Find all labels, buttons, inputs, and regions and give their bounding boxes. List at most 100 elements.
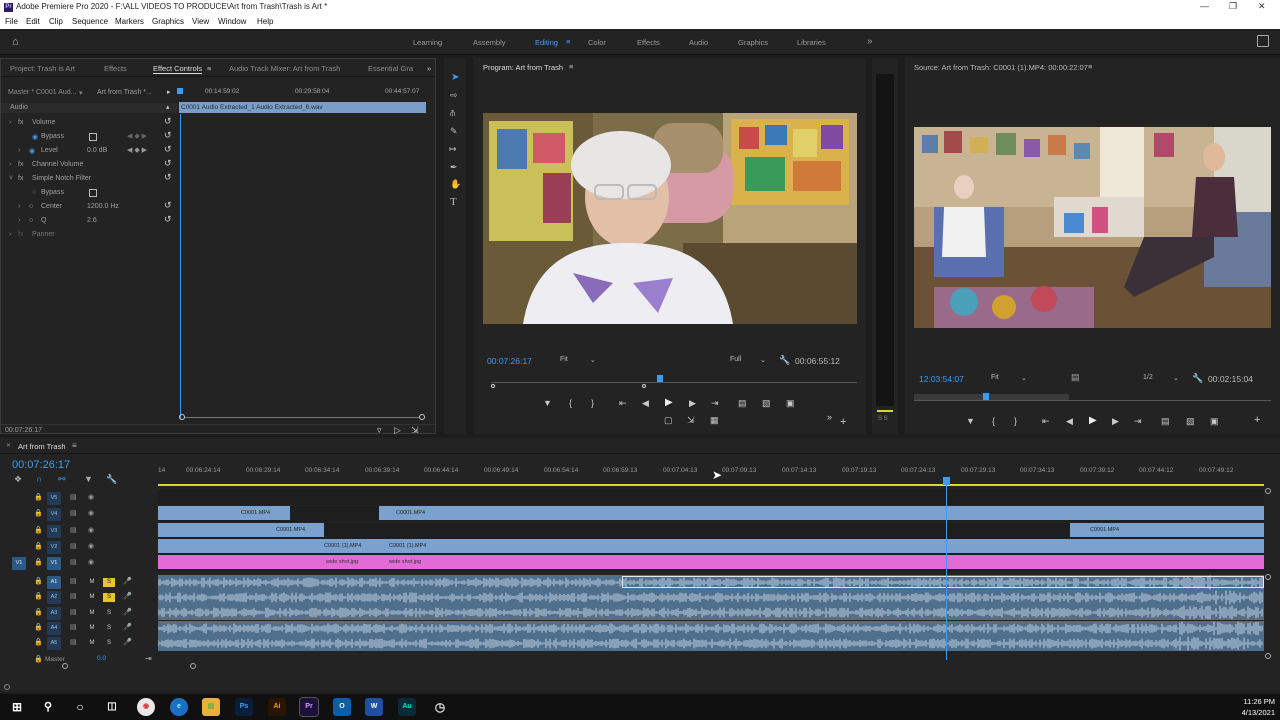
workspace-graphics[interactable]: Graphics <box>738 38 768 47</box>
track-label-a5[interactable]: A5 <box>47 637 61 650</box>
timeline-playhead[interactable] <box>943 477 950 485</box>
mic-icon[interactable]: 🎤 <box>123 638 132 646</box>
add-marker-icon[interactable]: ▼ <box>84 474 93 484</box>
program-quality-select[interactable]: Full ⌄ <box>730 356 768 367</box>
step-back-icon[interactable]: ◀ <box>1066 416 1073 427</box>
track-label-v5[interactable]: V5 <box>47 492 61 505</box>
solo-buttons[interactable]: S S <box>878 416 888 422</box>
collapse-row-icon[interactable]: ˅ <box>9 175 13 182</box>
source-video-frame[interactable] <box>914 127 1271 328</box>
timeline-ruler[interactable]: 14 00:06:24:14 00:06:29:14 00:06:34:14 0… <box>158 467 1264 479</box>
selection-tool-icon[interactable]: ➤ <box>451 72 459 83</box>
source-timecode[interactable]: 12:03:54:07 <box>919 374 964 384</box>
mute-button[interactable]: M <box>86 624 98 633</box>
panel-menu-icon[interactable]: ≡ <box>207 64 211 73</box>
q-value[interactable]: 2.6 <box>87 217 97 224</box>
solo-button[interactable]: S <box>103 639 115 648</box>
workspace-color[interactable]: Color <box>588 38 606 47</box>
clip[interactable]: C0001 (1).MP4 <box>379 539 1264 553</box>
clip[interactable]: wide shot.jpg <box>158 555 379 569</box>
word-icon[interactable]: W <box>365 698 383 716</box>
track-a2[interactable] <box>158 590 1264 605</box>
export-frame-icon[interactable]: ▣ <box>786 398 795 409</box>
mute-button[interactable]: M <box>86 609 98 618</box>
eye-icon[interactable]: ◉ <box>88 526 94 534</box>
step-forward-icon[interactable]: ▶ <box>1112 416 1119 427</box>
workspace-learning[interactable]: Learning <box>413 38 442 47</box>
sync-lock-icon[interactable]: ▤ <box>70 509 77 517</box>
comparison-view-icon[interactable]: ▢ <box>664 415 673 426</box>
reset-icon[interactable]: ↺ <box>164 144 172 155</box>
menu-clip[interactable]: Clip <box>49 17 63 26</box>
ec-playhead[interactable] <box>177 88 183 94</box>
step-back-icon[interactable]: ◀ <box>642 398 649 409</box>
stopwatch-icon[interactable]: ○ <box>29 217 33 224</box>
lock-icon[interactable]: 🔒 <box>34 493 43 501</box>
button-editor-icon[interactable]: + <box>840 416 846 428</box>
solo-button[interactable]: S <box>103 609 115 618</box>
go-to-out-icon[interactable]: ⇥ <box>1134 416 1142 427</box>
tab-essential-graphics[interactable]: Essential Gra <box>368 64 413 73</box>
eye-icon[interactable]: ◉ <box>88 493 94 501</box>
program-timecode[interactable]: 00:07:26:17 <box>487 356 532 366</box>
dropdown-icon[interactable]: ▾ <box>79 89 83 97</box>
track-label-a4[interactable]: A4 <box>47 622 61 635</box>
taskbar-date[interactable]: 4/13/2021 <box>1229 708 1275 717</box>
fx-icon[interactable]: fx <box>18 161 23 168</box>
share-icon[interactable] <box>1257 35 1269 47</box>
hand-tool-icon[interactable]: ✋ <box>450 179 461 190</box>
eye-icon[interactable]: ◉ <box>88 509 94 517</box>
sync-lock-icon[interactable]: ▤ <box>70 638 77 646</box>
track-label-v1[interactable]: V1 <box>47 557 61 570</box>
program-playhead[interactable] <box>657 375 663 382</box>
master-value[interactable]: 0.0 <box>97 655 106 662</box>
menu-help[interactable]: Help <box>257 17 273 26</box>
insert-icon[interactable]: ▤ <box>1161 416 1170 427</box>
solo-button[interactable]: S <box>103 624 115 633</box>
program-menu-icon[interactable]: ≡ <box>569 62 573 71</box>
photoshop-icon[interactable]: Ps <box>235 698 253 716</box>
track-v3[interactable]: C0001.MP4 C0001.MP4 <box>158 523 1264 539</box>
sequence-clip-label[interactable]: Art from Trash *... <box>97 89 152 96</box>
reset-icon[interactable]: ↺ <box>164 158 172 169</box>
pen-tool-icon[interactable]: ✒ <box>450 162 458 173</box>
mute-button[interactable]: M <box>86 639 98 648</box>
keyframe-nav-icon[interactable]: ◀ ◆ ▶ <box>127 132 147 140</box>
sync-lock-icon[interactable]: ▤ <box>70 542 77 550</box>
reset-icon[interactable]: ↺ <box>164 130 172 141</box>
slip-tool-icon[interactable]: ↦ <box>449 144 457 155</box>
mark-out-icon[interactable]: } <box>1014 416 1017 426</box>
stopwatch-icon[interactable]: ◉ <box>32 133 38 141</box>
sync-lock-icon[interactable]: ▤ <box>70 577 77 585</box>
windows-start-icon[interactable]: ⊞ <box>8 698 26 716</box>
reset-icon[interactable]: ↺ <box>164 200 172 211</box>
menu-edit[interactable]: Edit <box>26 17 40 26</box>
level-value[interactable]: 0.0 dB <box>87 147 107 154</box>
track-v1[interactable]: wide shot.jpg wide shot.jpg <box>158 555 1264 572</box>
workspace-assembly[interactable]: Assembly <box>473 38 506 47</box>
premiere-taskbar-icon[interactable]: Pr <box>299 697 319 717</box>
wrench-icon[interactable]: 🔧 <box>1192 373 1203 384</box>
fx-icon[interactable]: fx <box>18 119 23 126</box>
vertical-zoom-handle[interactable] <box>1265 488 1271 494</box>
track-a3[interactable] <box>158 605 1264 620</box>
reset-icon[interactable]: ↺ <box>164 214 172 225</box>
zoom-handle[interactable] <box>642 384 646 388</box>
eye-icon[interactable]: ◉ <box>88 558 94 566</box>
fx-icon[interactable]: fx <box>18 175 23 182</box>
razor-icon[interactable]: ✎ <box>450 126 458 137</box>
filter-icon[interactable]: ▿ <box>377 425 382 436</box>
clip[interactable]: C0001 (1).MP4 <box>158 539 379 553</box>
bypass-checkbox[interactable] <box>89 189 97 197</box>
sync-lock-icon[interactable]: ▤ <box>70 493 77 501</box>
zoom-handle[interactable] <box>62 663 68 669</box>
expand-icon[interactable]: › <box>9 119 11 126</box>
clock-app-icon[interactable]: ◷ <box>431 698 449 716</box>
bypass-checkbox[interactable] <box>89 133 97 141</box>
sync-lock-icon[interactable]: ▤ <box>70 608 77 616</box>
audition-icon[interactable]: Au <box>398 698 416 716</box>
safe-margins-icon[interactable]: ⇲ <box>687 415 695 426</box>
stopwatch-icon[interactable]: ○ <box>32 189 36 196</box>
close-icon[interactable]: ✕ <box>1258 1 1266 12</box>
mic-icon[interactable]: 🎤 <box>123 608 132 616</box>
